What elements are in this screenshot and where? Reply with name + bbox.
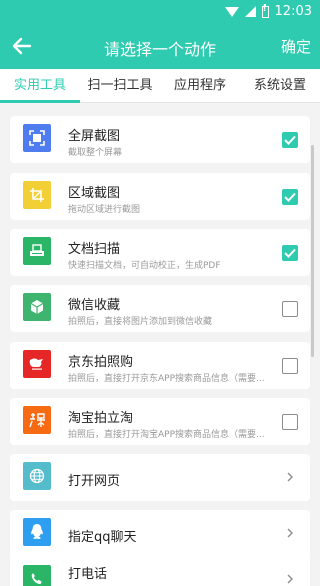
battery-icon	[261, 3, 269, 18]
jd-dog-icon	[23, 350, 51, 378]
item-description: 快速扫描文档，可自动校正，生成PDF	[68, 261, 221, 271]
globe-icon	[23, 462, 51, 490]
item-name: 文档扫描	[68, 242, 121, 257]
list-item-document-scan[interactable]: 文档扫描 快速扫描文档，可自动校正，生成PDF	[10, 229, 310, 276]
list-item-qq-chat[interactable]: 指定qq聊天	[10, 510, 310, 557]
item-checkbox[interactable]	[282, 414, 298, 430]
item-checkbox[interactable]	[282, 132, 298, 148]
list-item-taobao-photo-search[interactable]: 淘宝拍立淘 拍照后，直接打开淘宝APP搜索商品信息（需要...	[10, 398, 310, 445]
item-name: 区域截图	[68, 186, 121, 201]
list-item-jd-photo-shopping[interactable]: 京东拍照购 拍照后，直接打开京东APP搜索商品信息（需要...	[10, 342, 310, 389]
item-name: 打电话	[68, 567, 108, 582]
list-item-wechat-favorites[interactable]: 微信收藏 拍照后，直接将图片添加到微信收藏	[10, 285, 310, 332]
scanner-icon	[23, 237, 51, 265]
item-name: 打开网页	[68, 474, 121, 489]
list-item-region-screenshot[interactable]: 区域截图 拖动区域进行截图	[10, 173, 310, 220]
qq-penguin-icon	[23, 518, 51, 546]
list-item-make-call[interactable]: 打电话	[10, 553, 310, 586]
list-scrollbar[interactable]	[311, 145, 314, 357]
item-checkbox[interactable]	[282, 189, 298, 205]
item-checkbox[interactable]	[282, 245, 298, 261]
action-list[interactable]: 全屏截图 截取整个屏幕 区域截图 拖动区域进行截图 文档扫描 快速扫描文档，可自…	[0, 103, 320, 586]
item-name: 微信收藏	[68, 298, 121, 313]
item-checkbox[interactable]	[282, 301, 298, 317]
item-description: 拍照后，直接将图片添加到微信收藏	[68, 317, 213, 327]
wifi-icon	[224, 7, 239, 17]
chevron-right-icon[interactable]	[284, 471, 296, 483]
item-description: 拖动区域进行截图	[68, 205, 141, 215]
chevron-right-icon[interactable]	[284, 527, 296, 539]
item-description: 拍照后，直接打开京东APP搜索商品信息（需要...	[68, 374, 265, 384]
tab-system-settings[interactable]: 系统设置	[240, 69, 320, 103]
checkmark-icon	[284, 248, 296, 258]
page-title: 请选择一个动作	[103, 40, 216, 59]
status-time: 12:03	[274, 4, 312, 19]
crop-icon	[23, 181, 51, 209]
tab-bar: 实用工具 扫一扫工具 应用程序 系统设置	[0, 69, 320, 103]
tab-utility-tools[interactable]: 实用工具	[0, 69, 80, 103]
item-name: 京东拍照购	[68, 355, 134, 370]
tab-scan-tools[interactable]: 扫一扫工具	[80, 69, 160, 103]
item-checkbox[interactable]	[282, 358, 298, 374]
list-item-open-webpage[interactable]: 打开网页	[10, 454, 310, 501]
status-bar: 12:03	[0, 0, 320, 24]
fullscreen-screenshot-icon	[23, 124, 51, 152]
item-name: 淘宝拍立淘	[68, 411, 134, 426]
item-description: 截取整个屏幕	[68, 148, 123, 158]
status-icons: 12:03	[224, 3, 312, 19]
checkmark-icon	[284, 135, 296, 145]
item-name: 指定qq聊天	[68, 530, 137, 545]
tab-applications[interactable]: 应用程序	[160, 69, 240, 103]
list-item-fullscreen-screenshot[interactable]: 全屏截图 截取整个屏幕	[10, 116, 310, 163]
cube-icon	[23, 293, 51, 321]
item-name: 全屏截图	[68, 129, 121, 144]
app-bar: 请选择一个动作 确定	[0, 24, 320, 69]
checkmark-icon	[284, 192, 296, 202]
confirm-button[interactable]: 确定	[281, 36, 311, 57]
taobao-icon	[23, 406, 51, 434]
item-description: 拍照后，直接打开淘宝APP搜索商品信息（需要...	[68, 430, 265, 440]
chevron-right-icon[interactable]	[284, 573, 296, 585]
phone-icon	[23, 565, 51, 586]
signal-icon	[244, 6, 256, 17]
